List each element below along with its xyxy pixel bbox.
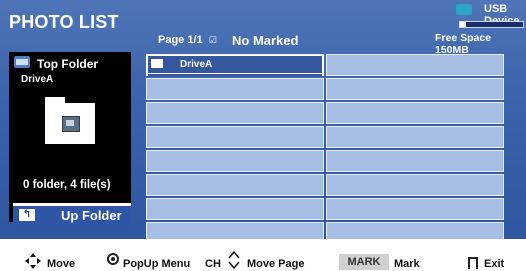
popup-menu-hint: PopUp Menu xyxy=(123,258,191,270)
move-hint: Move xyxy=(47,258,76,270)
ok-button-icon xyxy=(107,253,119,265)
mark-hint: Mark xyxy=(394,258,420,270)
page-checkbox-icon: ☑ xyxy=(208,35,217,45)
selected-folder-cell[interactable]: DriveA xyxy=(146,54,324,76)
storage-usage-bar xyxy=(459,21,524,28)
file-count: 0 folder, 4 file(s) xyxy=(23,179,111,191)
grid-cell[interactable] xyxy=(326,126,504,148)
folder-preview-panel: Top Folder DriveA 0 folder, 4 file(s) xyxy=(9,52,131,222)
selected-cell-bar: DriveA xyxy=(148,56,322,76)
grid-cell[interactable] xyxy=(326,78,504,100)
move-arrows-icon xyxy=(25,253,41,269)
grid-cell[interactable] xyxy=(146,126,324,148)
grid-cell[interactable] xyxy=(146,174,324,196)
usb-icon xyxy=(456,4,472,15)
current-folder-name: DriveA xyxy=(21,74,54,85)
up-folder-button[interactable]: ↰ Up Folder xyxy=(13,203,131,225)
page-indicator: Page 1/1 ☑ xyxy=(158,34,217,46)
channel-updown-icon xyxy=(228,250,240,270)
grid-cell[interactable] xyxy=(146,150,324,172)
folder-thumbnail xyxy=(45,97,95,144)
page-title: PHOTO LIST xyxy=(9,12,119,32)
page-number: Page 1/1 xyxy=(158,34,203,46)
folder-name: DriveA xyxy=(180,59,213,70)
photo-icon xyxy=(62,116,80,132)
mark-key-icon: MARK xyxy=(339,254,389,270)
grid-cell[interactable] xyxy=(326,150,504,172)
top-folder-label: Top Folder xyxy=(37,57,99,71)
folder-icon xyxy=(151,59,163,68)
exit-hint: Exit xyxy=(484,258,505,270)
grid-cell[interactable] xyxy=(326,174,504,196)
free-space-label: Free Space 150MB xyxy=(435,32,492,56)
grid-cell[interactable] xyxy=(146,102,324,124)
up-arrow-icon: ↰ xyxy=(19,209,35,221)
move-page-hint: Move Page xyxy=(247,258,305,270)
storage-usage-fill xyxy=(460,22,467,27)
up-folder-label: Up Folder xyxy=(61,208,122,223)
folder-icon xyxy=(14,56,30,68)
grid-cell[interactable] xyxy=(146,198,324,220)
grid-cell[interactable] xyxy=(326,198,504,220)
exit-icon xyxy=(468,257,478,269)
photo-list-screen: PHOTO LIST Page 1/1 ☑ No Marked USB Devi… xyxy=(0,0,526,268)
grid-cell[interactable] xyxy=(146,78,324,100)
marked-status: No Marked xyxy=(232,33,299,48)
grid-cell[interactable] xyxy=(326,54,504,76)
ch-hint: CH xyxy=(205,258,221,270)
grid-cell[interactable] xyxy=(326,102,504,124)
